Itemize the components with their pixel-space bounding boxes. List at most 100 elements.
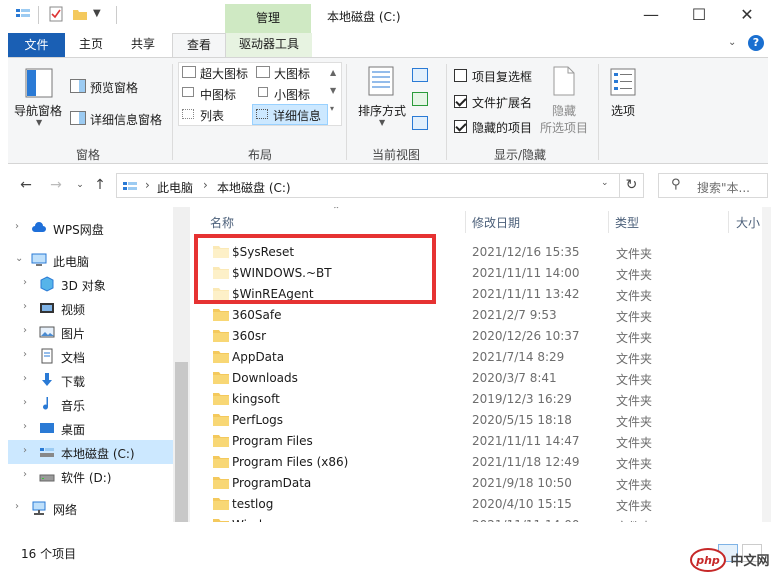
hide-button[interactable]: 隐藏: [552, 102, 576, 119]
new-folder-icon[interactable]: [72, 6, 88, 22]
maximize-button[interactable]: ☐: [676, 0, 722, 30]
size-columns-icon[interactable]: [412, 116, 428, 130]
file-row[interactable]: AppData 2021/7/14 8:29 文件夹: [190, 347, 750, 368]
explorer-app-icon[interactable]: [15, 6, 31, 22]
tab-drive-tools[interactable]: 驱动器工具: [226, 33, 312, 57]
layout-medium-icons[interactable]: 中图标: [200, 86, 236, 103]
nav-item-this-pc[interactable]: ⌄ 此电脑: [8, 248, 173, 272]
expand-arrow-icon[interactable]: ›: [23, 397, 33, 408]
layout-extra-large-icons[interactable]: 超大图标: [200, 65, 248, 82]
gallery-scroll-icon[interactable]: ▲ ▼ ▾: [330, 64, 336, 118]
file-row[interactable]: Windows 2021/11/11 14:00 文件夹: [190, 515, 750, 522]
file-row[interactable]: Program Files 2021/11/11 14:47 文件夹: [190, 431, 750, 452]
column-divider[interactable]: [728, 211, 729, 233]
item-checkboxes-checkbox[interactable]: [454, 69, 467, 82]
column-header-type[interactable]: 类型: [615, 214, 639, 231]
file-extensions-checkbox[interactable]: [454, 95, 467, 108]
column-header-name[interactable]: 名称: [210, 214, 234, 231]
breadcrumb-this-pc[interactable]: 此电脑: [157, 179, 193, 196]
navigation-pane-button[interactable]: 导航窗格: [14, 102, 62, 119]
breadcrumb-current[interactable]: 本地磁盘 (C:): [217, 179, 291, 196]
sort-by-button[interactable]: 排序方式: [358, 102, 406, 119]
nav-item-3d-objects[interactable]: › 3D 对象: [8, 272, 173, 296]
expand-arrow-icon[interactable]: ›: [23, 301, 33, 312]
search-input[interactable]: 搜索"本...: [697, 179, 750, 196]
tab-view[interactable]: 查看: [172, 33, 226, 58]
toolbar-divider: [38, 6, 39, 24]
column-divider[interactable]: [465, 211, 466, 233]
column-divider[interactable]: [608, 211, 609, 233]
expand-arrow-icon[interactable]: ›: [23, 277, 33, 288]
file-row[interactable]: ProgramData 2021/9/18 10:50 文件夹: [190, 473, 750, 494]
properties-icon[interactable]: [48, 6, 64, 22]
file-list-scrollbar[interactable]: [762, 207, 771, 522]
expand-arrow-icon[interactable]: ›: [15, 501, 25, 512]
chevron-down-icon[interactable]: ▼: [379, 118, 385, 127]
breadcrumb-separator[interactable]: ›: [203, 178, 208, 192]
layout-small-icons[interactable]: 小图标: [274, 86, 310, 103]
tab-share[interactable]: 共享: [122, 33, 164, 57]
recent-locations-icon[interactable]: ⌄: [72, 177, 88, 193]
nav-item-downloads[interactable]: › 下载: [8, 368, 173, 392]
tab-home[interactable]: 主页: [70, 33, 112, 57]
expand-arrow-icon[interactable]: ›: [23, 421, 33, 432]
nav-item-music[interactable]: › 音乐: [8, 392, 173, 416]
nav-pane-scroll-thumb[interactable]: [175, 362, 188, 522]
file-date: 2021/7/14 8:29: [472, 350, 565, 364]
group-divider: [346, 64, 347, 160]
nav-item-desktop[interactable]: › 桌面: [8, 416, 173, 440]
file-row[interactable]: Program Files (x86) 2021/11/18 12:49 文件夹: [190, 452, 750, 473]
file-row[interactable]: kingsoft 2019/12/3 16:29 文件夹: [190, 389, 750, 410]
nav-item-videos[interactable]: › 视频: [8, 296, 173, 320]
expand-arrow-icon[interactable]: ›: [23, 325, 33, 336]
nav-item-local-disk-c[interactable]: › 本地磁盘 (C:): [8, 440, 173, 464]
nav-item-software-d[interactable]: › 软件 (D:): [8, 464, 173, 488]
details-pane-button[interactable]: 详细信息窗格: [90, 111, 162, 128]
nav-item-pictures[interactable]: › 图片: [8, 320, 173, 344]
address-dropdown-icon[interactable]: ⌄: [601, 178, 609, 188]
breadcrumb-separator[interactable]: ›: [145, 178, 150, 192]
file-date: 2020/3/7 8:41: [472, 371, 557, 385]
expand-arrow-icon[interactable]: ›: [15, 221, 25, 232]
hidden-items-checkbox[interactable]: [454, 120, 467, 133]
collapse-ribbon-icon[interactable]: ⌄: [728, 37, 736, 48]
forward-arrow-icon[interactable]: →: [48, 177, 64, 193]
file-date: 2021/9/18 10:50: [472, 476, 572, 490]
file-row[interactable]: 360Safe 2021/2/7 9:53 文件夹: [190, 305, 750, 326]
layout-details[interactable]: 详细信息: [273, 107, 321, 124]
column-header-size[interactable]: 大小: [736, 214, 760, 231]
expand-arrow-icon[interactable]: ›: [23, 349, 33, 360]
file-type: 文件夹: [616, 478, 653, 492]
manage-context-tab[interactable]: 管理: [225, 4, 311, 33]
address-bar[interactable]: › 此电脑 › 本地磁盘 (C:) ⌄: [116, 173, 620, 198]
close-button[interactable]: ✕: [724, 0, 770, 30]
file-row[interactable]: PerfLogs 2020/5/15 18:18 文件夹: [190, 410, 750, 431]
help-icon[interactable]: ?: [748, 35, 764, 51]
file-row[interactable]: testlog 2020/4/10 15:15 文件夹: [190, 494, 750, 515]
up-arrow-icon[interactable]: ↑: [92, 177, 108, 193]
options-button[interactable]: 选项: [611, 102, 635, 119]
file-row[interactable]: Downloads 2020/3/7 8:41 文件夹: [190, 368, 750, 389]
layout-large-icons[interactable]: 大图标: [274, 65, 310, 82]
file-row[interactable]: 360sr 2020/12/26 10:37 文件夹: [190, 326, 750, 347]
chevron-down-icon[interactable]: ▼: [36, 118, 42, 127]
minimize-button[interactable]: —: [628, 0, 674, 30]
back-arrow-icon[interactable]: ←: [18, 177, 34, 193]
search-box[interactable]: ⚲ 搜索"本...: [658, 173, 768, 198]
nav-item-network[interactable]: › 网络: [8, 496, 173, 520]
tab-file[interactable]: 文件: [8, 33, 65, 57]
refresh-icon[interactable]: ↻: [620, 173, 644, 198]
add-columns-icon[interactable]: [412, 92, 428, 106]
nav-item-wps-drive[interactable]: › WPS网盘: [8, 216, 173, 240]
nav-item-documents[interactable]: › 文档: [8, 344, 173, 368]
collapse-arrow-icon[interactable]: ⌄: [15, 253, 25, 264]
quick-access-dropdown-icon[interactable]: ▼: [93, 8, 101, 19]
expand-arrow-icon[interactable]: ›: [23, 469, 33, 480]
group-by-icon[interactable]: [412, 68, 428, 82]
layout-list[interactable]: 列表: [200, 107, 224, 124]
column-header-date[interactable]: 修改日期: [472, 214, 520, 231]
expand-arrow-icon[interactable]: ›: [23, 373, 33, 384]
preview-pane-icon: [70, 79, 86, 93]
expand-arrow-icon[interactable]: ›: [23, 445, 33, 456]
preview-pane-button[interactable]: 预览窗格: [90, 79, 138, 96]
